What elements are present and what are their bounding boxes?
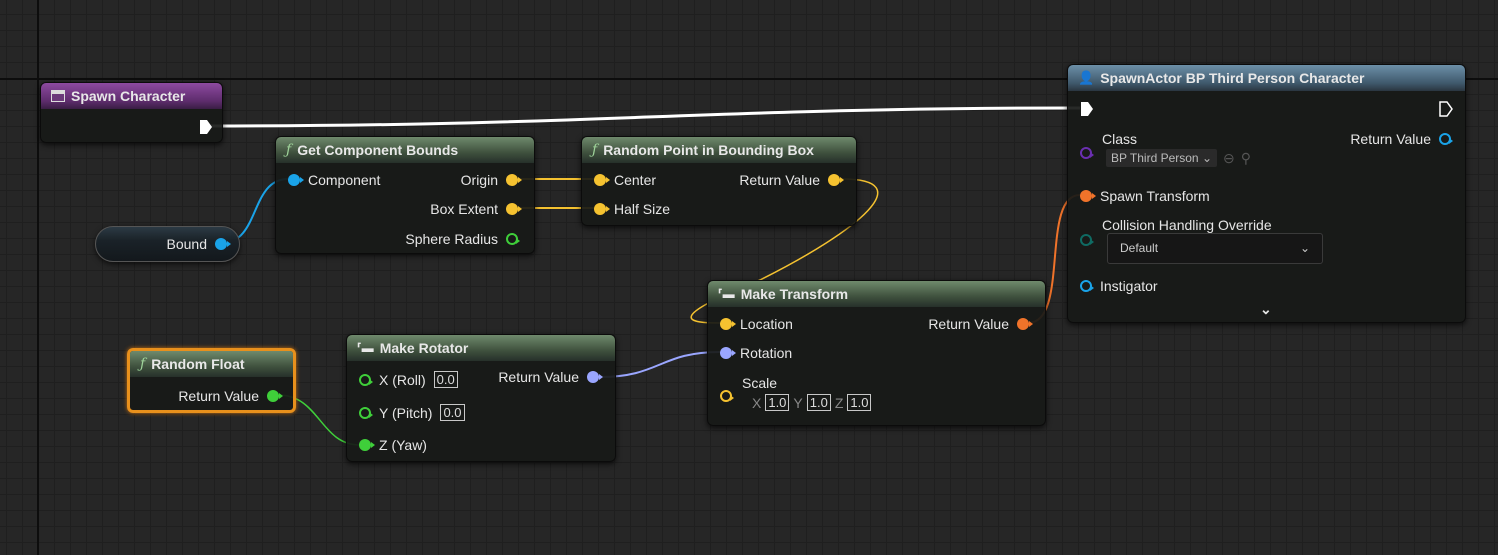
expand-chevron-icon[interactable]: ⌄ [1260, 301, 1272, 318]
pin-label: Rotation [740, 345, 793, 361]
spawn-actor-icon: 👤 [1078, 70, 1095, 85]
collision-pin[interactable] [1080, 234, 1094, 246]
make-rotator-node[interactable]: ⸢▬ Make Rotator X (Roll) 0.0 Y (Pitch) 0.0 … [346, 334, 616, 462]
y-label: Y [793, 394, 803, 411]
spawn-character-event-node[interactable]: Spawn Character [40, 82, 223, 143]
x-roll-input[interactable]: 0.0 [433, 371, 458, 388]
use-selected-icon[interactable]: ⊖ [1223, 150, 1235, 167]
rotation-pin[interactable] [720, 347, 736, 359]
random-point-in-bounding-box-node[interactable]: ƒ Random Point in Bounding Box Center Hal… [581, 136, 857, 226]
z-yaw-pin[interactable] [359, 439, 375, 451]
exec-wire[interactable] [209, 106, 1081, 128]
return-value-pin[interactable] [1439, 133, 1453, 145]
pin-label: Y (Pitch) [379, 404, 433, 421]
spawn-actor-node[interactable]: 👤 SpawnActor BP Third Person Character Cl… [1067, 64, 1466, 323]
sphere-radius-pin[interactable] [506, 233, 520, 245]
pin-label: Box Extent [430, 201, 498, 217]
scale-x-input[interactable]: 1.0 [765, 394, 790, 411]
half-size-pin[interactable] [594, 203, 610, 215]
make-struct-icon: ⸢▬ [718, 287, 735, 301]
pin-label: Return Value [498, 369, 579, 385]
y-pitch-pin[interactable] [359, 406, 373, 419]
node-title: Make Rotator [379, 340, 469, 356]
class-value: BP Third Person [1111, 151, 1199, 165]
make-struct-icon: ⸢▬ [357, 341, 374, 355]
x-roll-pin[interactable] [359, 373, 373, 386]
pin-label: Component [308, 172, 381, 188]
variable-label: Bound [166, 236, 207, 252]
collision-value: Default [1120, 241, 1159, 255]
pin-label: Z (Yaw) [379, 437, 427, 453]
pin-label: X (Roll) [379, 371, 426, 388]
node-title: SpawnActor BP Third Person Character [1100, 70, 1365, 86]
scale-y-input[interactable]: 1.0 [806, 394, 831, 411]
instigator-pin[interactable] [1080, 280, 1094, 292]
node-title: Spawn Character [71, 88, 186, 104]
get-component-bounds-node[interactable]: ƒ Get Component Bounds Component Origin B… [275, 136, 535, 254]
x-label: X [752, 394, 762, 411]
pin-label: Half Size [614, 201, 671, 217]
event-icon [51, 90, 65, 102]
spawn-transform-pin[interactable] [1080, 190, 1096, 202]
function-icon: ƒ [140, 356, 146, 372]
exec-out-pin[interactable] [199, 119, 213, 135]
pin-label: Center [614, 172, 657, 188]
return-value-pin[interactable] [587, 371, 603, 383]
collision-dropdown[interactable]: Default ⌄ [1107, 233, 1323, 264]
make-transform-node[interactable]: ⸢▬ Make Transform Location Rotation Scale… [707, 280, 1046, 426]
return-value-pin[interactable] [267, 390, 283, 402]
function-icon: ƒ [286, 142, 292, 158]
exec-out-pin[interactable] [1439, 101, 1453, 117]
pin-label: Return Value [739, 172, 820, 188]
pin-label: Spawn Transform [1100, 188, 1210, 204]
pin-label: Return Value [1350, 131, 1431, 147]
pin-label: Collision Handling Override [1102, 217, 1272, 233]
scale-z-input[interactable]: 1.0 [847, 394, 872, 411]
pin-label: Class [1102, 131, 1138, 147]
node-title: Random Point in Bounding Box [603, 142, 814, 158]
return-value-pin[interactable] [828, 174, 844, 186]
rotation-wire[interactable] [599, 351, 721, 378]
pin-label: Instigator [1100, 278, 1158, 294]
bound-variable-node[interactable]: Bound [95, 226, 240, 262]
location-pin[interactable] [720, 318, 736, 330]
node-title: Make Transform [740, 286, 849, 302]
random-float-node[interactable]: ƒ Random Float Return Value [127, 348, 296, 413]
bound-out-pin[interactable] [215, 238, 231, 250]
class-dropdown[interactable]: BP Third Person ⌄ [1106, 149, 1217, 167]
origin-pin[interactable] [506, 174, 522, 186]
center-pin[interactable] [594, 174, 610, 186]
scale-pin[interactable] [720, 390, 734, 402]
browse-search-icon[interactable]: ⚲ [1241, 150, 1251, 167]
pin-label: Return Value [178, 388, 259, 404]
box-extent-pin[interactable] [506, 203, 522, 215]
z-label: Z [834, 394, 844, 411]
class-pin[interactable] [1080, 147, 1094, 159]
pin-label: Scale [742, 375, 778, 391]
node-title: Random Float [151, 356, 245, 372]
component-pin[interactable] [288, 174, 304, 186]
function-icon: ƒ [592, 142, 598, 158]
pin-label: Origin [460, 172, 498, 188]
exec-in-pin[interactable] [1080, 101, 1094, 117]
return-value-pin[interactable] [1017, 318, 1033, 330]
chevron-down-icon: ⌄ [1299, 241, 1310, 255]
pin-label: Location [740, 316, 793, 332]
pin-label: Return Value [928, 316, 1009, 332]
y-pitch-input[interactable]: 0.0 [440, 404, 465, 421]
node-title: Get Component Bounds [297, 142, 459, 158]
pin-label: Sphere Radius [405, 231, 498, 247]
